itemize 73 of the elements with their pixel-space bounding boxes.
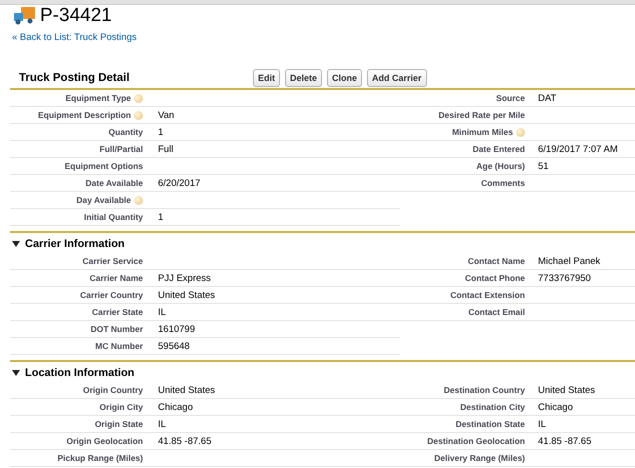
back-link[interactable]: « Back to List: Truck Postings: [12, 31, 137, 45]
collapse-triangle-icon[interactable]: [12, 370, 20, 376]
field-label: Origin Country: [82, 385, 143, 395]
field-value: Chicago: [538, 402, 573, 412]
field-value: United States: [158, 290, 216, 300]
field-label: Contact Phone: [464, 273, 525, 283]
record-title: P-34421: [40, 6, 112, 26]
field-value: 41.85 -87.65: [158, 436, 212, 446]
field-label: Carrier Service: [82, 256, 143, 266]
field-value: Full: [158, 144, 174, 154]
field-label: Comments: [480, 178, 525, 188]
section-heading: Location Information: [25, 367, 134, 379]
field-value: United States: [158, 384, 216, 396]
field-label: MC Number: [94, 341, 143, 351]
field-value: 6/20/2017: [158, 178, 200, 188]
field-label: Date Entered: [472, 144, 525, 154]
field-label: Age (Hours): [475, 161, 525, 171]
field-value: Michael Panek: [538, 256, 600, 266]
action-button[interactable]: Edit: [253, 69, 280, 87]
section-heading: Carrier Information: [25, 238, 125, 250]
field-value: 1610799: [158, 324, 195, 334]
action-button[interactable]: Clone: [327, 69, 362, 87]
field-label: Carrier Name: [88, 273, 143, 283]
field-value: 7733767950: [538, 272, 591, 284]
field-value: United States: [538, 384, 596, 396]
field-value: 6/19/2017 7:07 AM: [538, 144, 618, 154]
field-label: Carrier State: [90, 307, 143, 317]
field-label: Source: [495, 93, 525, 103]
field-label: Date Available: [84, 178, 143, 188]
field-label: Delivery Range (Miles): [433, 453, 525, 463]
field-label: Contact Extension: [449, 290, 525, 300]
field-value: IL: [158, 418, 166, 430]
field-label: Equipment Description: [10, 110, 143, 120]
field-label: Equipment Type: [10, 93, 143, 103]
field-label: Day Available: [10, 195, 143, 205]
field-label: Minimum Miles: [400, 127, 525, 137]
field-label: Destination City: [459, 402, 525, 412]
field-value: IL: [158, 306, 166, 318]
field-label: Destination Country: [442, 385, 525, 395]
field-value: 595648: [158, 340, 190, 352]
field-label: Desired Rate per Mile: [438, 110, 525, 120]
field-label: DOT Number: [90, 324, 143, 334]
field-value: 1: [158, 212, 164, 222]
field-label: Origin Geolocation: [65, 436, 143, 446]
field-label: Carrier Country: [79, 290, 143, 300]
truck-icon: [12, 6, 36, 26]
field-label: Origin City: [98, 402, 143, 412]
action-button[interactable]: Add Carrier: [367, 69, 427, 87]
field-value: PJJ Express: [158, 272, 211, 284]
field-label: Full/Partial: [98, 144, 143, 154]
field-label: Initial Quantity: [82, 212, 143, 222]
field-label: Contact Email: [467, 307, 525, 317]
field-label: Quantity: [108, 127, 143, 137]
help-icon[interactable]: [134, 94, 143, 102]
field-value: 51: [538, 160, 549, 172]
section-title: Truck Posting Detail: [19, 72, 131, 84]
field-label: Destination State: [454, 419, 525, 429]
field-label: Destination Geolocation: [426, 436, 525, 446]
help-icon[interactable]: [516, 128, 525, 136]
field-value: 41.85 -87.65: [538, 436, 592, 446]
collapse-triangle-icon[interactable]: [12, 241, 20, 247]
field-label: Origin State: [94, 419, 143, 429]
field-value: Chicago: [158, 402, 193, 412]
field-value: IL: [538, 418, 546, 430]
help-icon[interactable]: [134, 196, 143, 204]
field-value: DAT: [538, 92, 556, 104]
action-button[interactable]: Delete: [285, 69, 322, 87]
help-icon[interactable]: [134, 110, 143, 120]
field-value: 1: [158, 126, 164, 138]
field-label: Equipment Options: [64, 161, 143, 171]
field-label: Pickup Range (Miles): [56, 453, 143, 463]
field-value: Van: [158, 110, 174, 120]
field-label: Contact Name: [466, 256, 525, 266]
